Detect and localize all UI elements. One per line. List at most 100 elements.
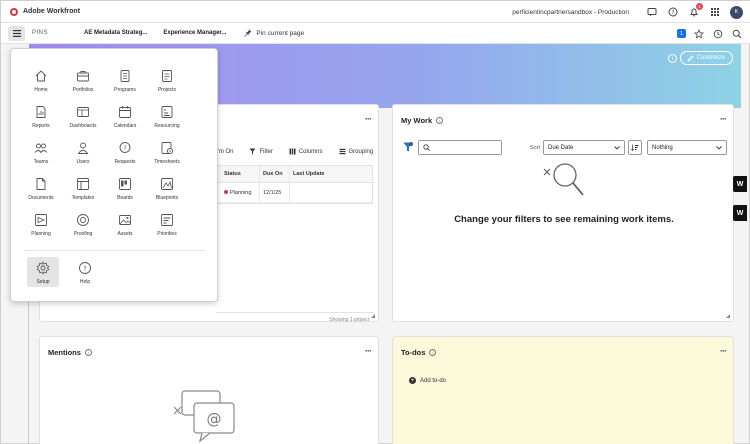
user-avatar[interactable]: K [730,5,743,19]
resize-handle[interactable] [371,314,375,318]
notifications-button[interactable]: 1 [688,3,703,18]
user-icon [77,142,89,154]
menu-item-blueprints[interactable]: Blueprints [146,177,188,213]
pins-bar-actions: 1 [677,23,743,44]
workfront-side-badge[interactable]: W [733,176,747,192]
feedback-icon[interactable] [646,6,658,18]
menu-item-calendars[interactable]: Calendars [104,105,146,141]
apps-grid-icon[interactable] [709,6,721,18]
gear-icon [36,261,50,275]
projects-more-icon[interactable]: ··· [365,114,372,124]
projects-table-header: Status Due On Last Update [217,166,372,183]
tenant-name[interactable]: perficientincpartnersandbox - Production [512,9,629,16]
menu-item-help[interactable]: ? Help [69,257,101,287]
projects-toolbar: I'm On Filter Columns Grouping [216,148,373,155]
pin-tab-ae-metadata[interactable]: AE Metadata Strateg... [84,30,147,36]
main-menu-panel: Home Portfolios Programs Projects Report… [10,48,218,302]
main-menu-button[interactable] [8,25,25,41]
menu-item-requests[interactable]: ? Requests [104,141,146,177]
menu-item-resourcing[interactable]: Resourcing [146,105,188,141]
add-todo-button[interactable]: + Add to-do [409,377,446,384]
menu-divider [25,250,205,251]
help-icon: ? [79,262,91,274]
empty-state-message: Change your filters to see remaining wor… [454,214,674,225]
menu-item-boards[interactable]: Boards [104,177,146,213]
column-header-last-update[interactable]: Last Update [289,166,372,182]
my-work-more-icon[interactable]: ··· [720,114,727,124]
mentions-more-icon[interactable]: ··· [365,346,372,356]
menu-item-home[interactable]: Home [20,69,62,105]
menu-item-programs[interactable]: Programs [104,69,146,105]
columns-button[interactable]: Columns [289,148,323,155]
group-by-dropdown[interactable]: Nothing [647,140,727,155]
menu-item-dashboards[interactable]: Dashboards [62,105,104,141]
mentions-widget: Mentions i ··· @ [39,336,379,444]
pin-current-page-button[interactable]: Pin current page [244,29,304,37]
mentions-empty-icon: @ [173,390,235,443]
pin-icon [244,29,252,37]
info-icon[interactable]: i [429,349,437,356]
search-icon[interactable] [731,28,743,40]
hero-info-icon[interactable]: i [668,54,677,63]
resize-handle[interactable] [726,314,730,318]
template-icon [77,178,89,190]
menu-item-reports[interactable]: Reports [20,105,62,141]
sort-dropdown[interactable]: Due Date [543,140,625,155]
grouping-button[interactable]: Grouping [339,148,373,155]
menu-item-assets[interactable]: Assets [104,213,146,249]
project-icon [162,70,172,82]
todos-more-icon[interactable]: ··· [720,346,727,356]
filter-icon [249,148,256,155]
svg-text:?: ? [672,10,675,16]
menu-item-teams[interactable]: Teams [20,141,62,177]
mentions-title: Mentions i [48,348,92,357]
menu-item-portfolios[interactable]: Portfolios [62,69,104,105]
menu-item-timesheets[interactable]: Timesheets [146,141,188,177]
proofing-icon [77,214,89,226]
menu-item-setup[interactable]: Setup [27,257,59,287]
chevron-down-icon [614,145,620,150]
projects-table: Status Due On Last Update Planning 12/1/… [216,165,373,204]
dashboard-icon [77,107,89,117]
column-header-due-on[interactable]: Due On [259,166,289,182]
hamburger-icon [12,29,21,37]
recents-clock-icon[interactable] [712,28,724,40]
board-icon [119,178,131,190]
menu-item-documents[interactable]: Documents [20,177,62,213]
filter-button[interactable]: Filter [249,148,273,155]
table-row[interactable]: Planning 12/1/25 [217,183,372,203]
home-icon [35,70,47,82]
sort-direction-icon [631,144,639,151]
teams-icon [34,143,48,154]
columns-icon [289,148,296,155]
sort-direction-button[interactable] [628,140,642,155]
customize-label: Customize [696,55,725,61]
todos-title: To-dos i [401,348,437,357]
menu-item-planning[interactable]: Planning [20,213,62,249]
menu-item-proofing[interactable]: Proofing [62,213,104,249]
pin-tab-experience-manager[interactable]: Experience Manager... [163,30,226,36]
resourcing-icon [161,106,173,118]
favorite-star-icon[interactable] [693,28,705,40]
help-icon[interactable]: ? [667,6,679,18]
filter-icon[interactable] [403,142,413,152]
menu-item-templates[interactable]: Templates [62,177,104,213]
search-icon [423,144,430,151]
pencil-icon [687,54,694,62]
info-icon[interactable]: i [84,349,92,356]
menu-item-users[interactable]: Users [62,141,104,177]
menu-item-priorities[interactable]: Priorities [146,213,188,249]
last-update-cell [289,183,372,202]
workfront-side-badge[interactable]: W [733,205,747,221]
im-on-filter[interactable]: I'm On [216,149,233,155]
main-menu-grid: Home Portfolios Programs Projects Report… [20,69,188,249]
status-dot-icon [224,189,228,194]
customize-button[interactable]: Customize [679,51,733,65]
column-header-status[interactable]: Status [217,171,259,177]
help-count-badge[interactable]: 1 [677,29,686,38]
timesheet-icon [161,142,174,155]
my-work-search-input[interactable] [418,140,502,155]
menu-item-projects[interactable]: Projects [146,69,188,105]
info-icon[interactable]: i [436,117,444,124]
my-work-widget: My Work i ··· Sort Due Date Nothing Chan… [392,104,734,322]
